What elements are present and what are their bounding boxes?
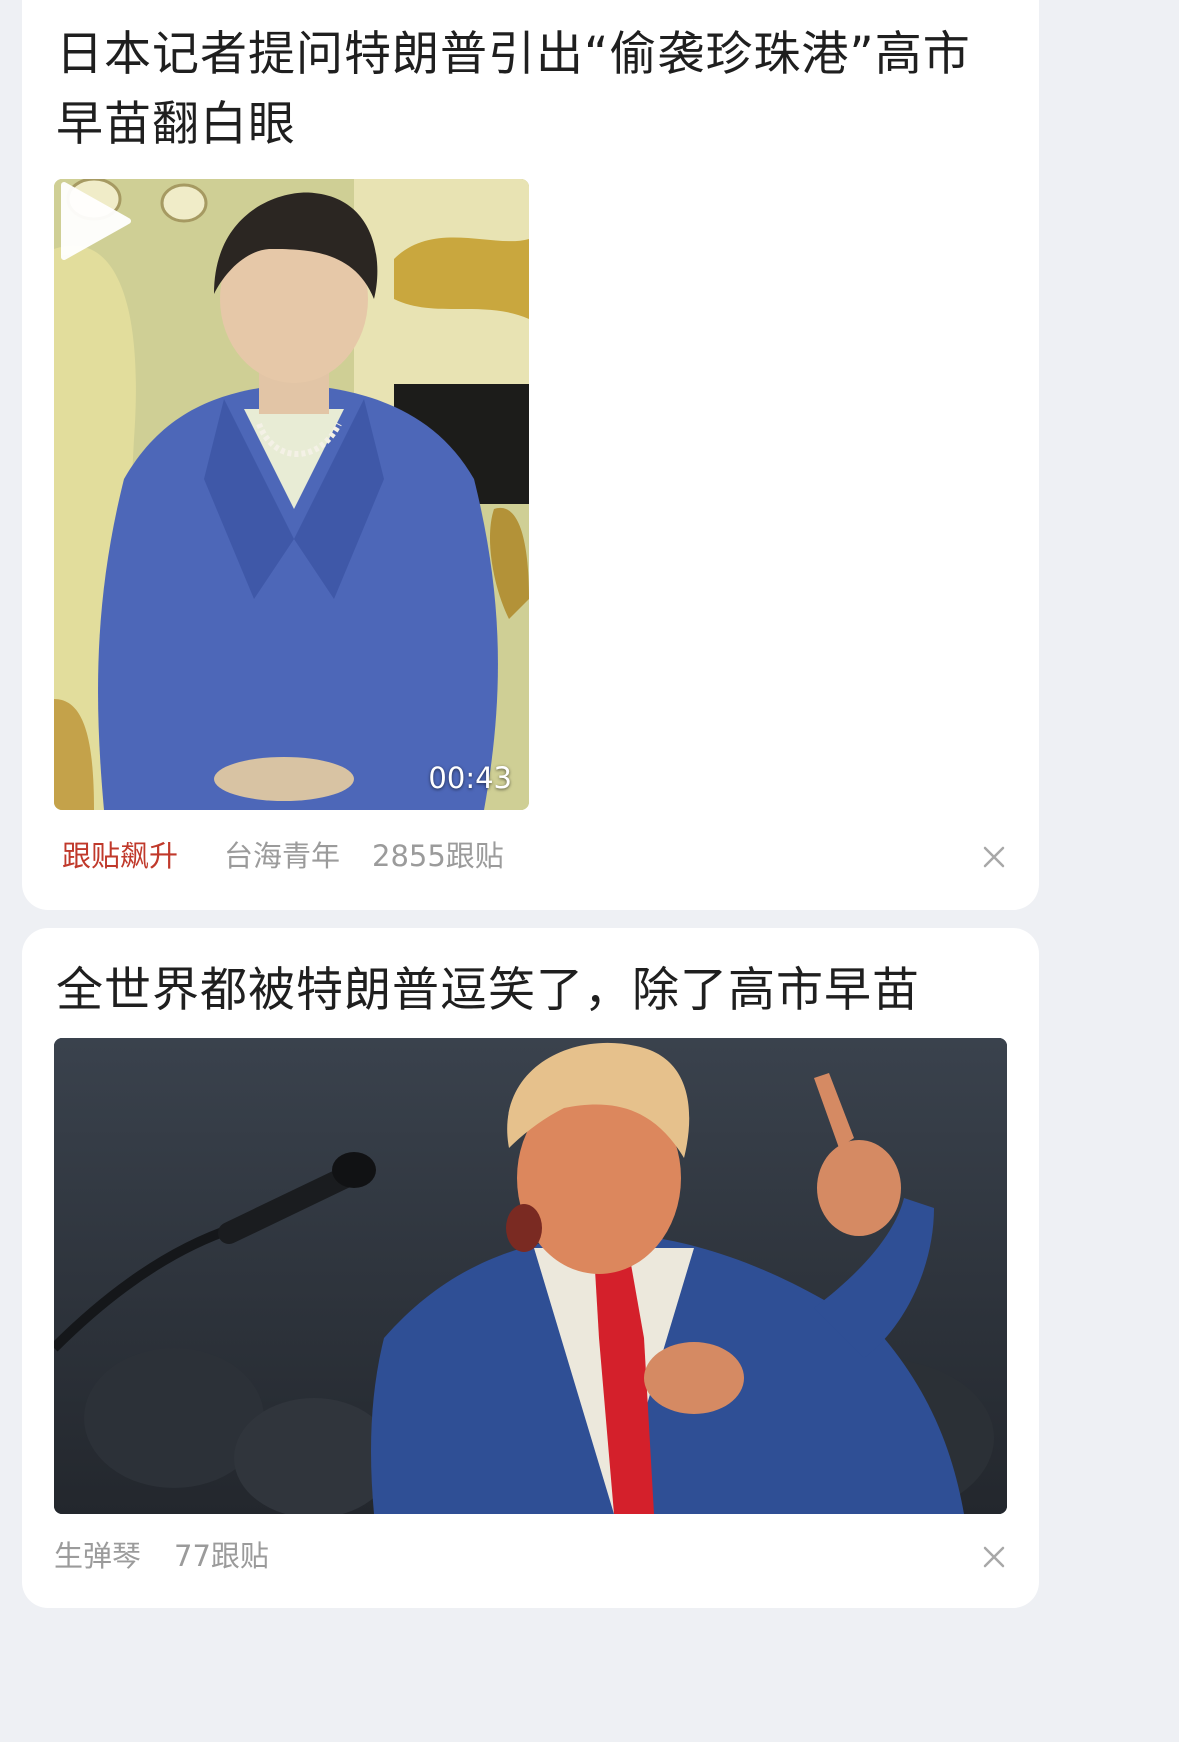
trending-tag: 跟贴飙升 [62,839,179,873]
news-feed: 日本记者提问特朗普引出“偷袭珍珠港”高市早苗翻白眼 00:43 跟贴飙升 台海青… [0,0,1061,1608]
news-photo[interactable] [54,1038,1007,1514]
source-name[interactable]: 生弹琴 [54,1536,141,1576]
video-duration: 00:43 [428,761,512,795]
video-frame-image [54,179,529,810]
news-card[interactable]: 日本记者提问特朗普引出“偷袭珍珠港”高市早苗翻白眼 00:43 跟贴飙升 台海青… [22,0,1039,910]
comment-count[interactable]: 77跟贴 [174,1536,269,1576]
news-card[interactable]: 全世界都被特朗普逗笑了，除了高市早苗 生弹琴 77跟贴 [22,928,1039,1608]
close-icon[interactable] [979,1542,1009,1572]
comment-count[interactable]: 2855跟贴 [372,836,504,876]
meta-row: 跟贴飙升 台海青年 2855跟贴 [62,836,1009,876]
headline[interactable]: 全世界都被特朗普逗笑了，除了高市早苗 [56,956,1009,1026]
video-thumbnail[interactable]: 00:43 [54,179,529,810]
play-icon[interactable] [54,179,134,263]
news-photo-image [54,1038,1007,1514]
source-name[interactable]: 台海青年 [224,836,340,876]
meta-row: 生弹琴 77跟贴 [54,1536,1009,1576]
headline[interactable]: 日本记者提问特朗普引出“偷袭珍珠港”高市早苗翻白眼 [56,20,1009,160]
close-icon[interactable] [979,842,1009,872]
